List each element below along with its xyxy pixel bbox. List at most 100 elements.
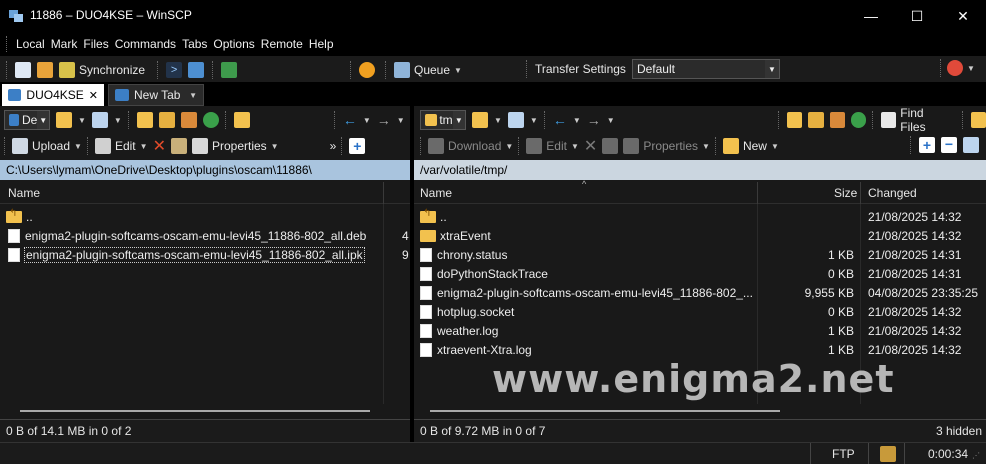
filter-icon[interactable] [91,112,108,128]
menu-remote[interactable]: Remote [258,37,306,51]
delete-icon[interactable]: ✕ [153,136,166,156]
session-color-icon[interactable] [947,60,963,76]
parent-folder-icon [420,208,436,223]
title-bar: 11886 – DUO4KSE – WinSCP — ☐ ✕ [0,0,986,32]
filter-icon[interactable] [507,112,524,128]
menu-commands[interactable]: Commands [112,37,179,51]
protocol-indicator: FTP [832,447,855,461]
column-changed[interactable]: Changed [868,186,917,200]
menu-help[interactable]: Help [306,37,337,51]
compare-directories-icon[interactable] [15,62,31,78]
parent-directory-icon[interactable] [786,112,803,128]
resize-grip-icon[interactable]: ⋰ [972,451,980,460]
list-item[interactable]: .. [6,207,406,226]
local-horizontal-scrollbar[interactable] [20,410,370,412]
local-properties-button[interactable]: Properties ▼ [191,135,279,157]
rename-icon[interactable] [602,138,619,154]
menu-bar: Local Mark Files Commands Tabs Options R… [0,32,986,56]
list-item[interactable]: xtraEvent 21/08/2025 14:32 [420,226,980,245]
column-name[interactable]: Name [8,186,40,200]
putty-icon[interactable] [188,62,205,78]
parent-directory-icon[interactable] [136,112,153,128]
home-icon[interactable] [180,112,197,128]
back-arrow-icon[interactable]: ← [553,112,567,128]
column-size[interactable]: Size [834,186,857,200]
unselect-files-icon[interactable]: − [941,137,957,153]
edit-icon [526,138,543,154]
menu-local[interactable]: Local [13,37,48,51]
menu-mark[interactable]: Mark [48,37,81,51]
transfer-settings-select[interactable]: Default ▼ [631,59,780,79]
preferences-gear-icon[interactable] [359,62,375,78]
list-item[interactable]: enigma2-plugin-softcams-oscam-emu-levi45… [420,283,980,302]
menu-options[interactable]: Options [210,37,257,51]
chevron-down-icon: ▼ [454,65,462,75]
folder-icon [420,229,436,242]
chevron-down-icon: ▼ [189,90,197,100]
remote-drive-select[interactable]: tm ▼ [420,110,466,130]
select-files-icon[interactable]: + [919,137,935,153]
home-icon[interactable] [829,112,845,128]
local-drive-select[interactable]: De ▼ [4,110,50,130]
list-item[interactable]: chrony.status 1 KB 21/08/2025 14:31 [420,245,980,264]
new-button[interactable]: New ▼ [722,135,779,157]
close-window-button[interactable]: ✕ [940,0,986,32]
window-title: 11886 – DUO4KSE – WinSCP [30,8,192,22]
hidden-files-count[interactable]: 3 hidden [936,424,982,438]
filter-select-icon[interactable] [963,137,979,153]
new-item-icon[interactable]: + [349,138,366,154]
refresh-sessions-icon[interactable] [221,62,238,78]
forward-arrow-icon[interactable]: → [587,112,601,128]
remote-horizontal-scrollbar[interactable] [430,410,780,412]
chevron-down-icon: ▼ [37,111,49,129]
list-item[interactable]: doPythonStackTrace 0 KB 21/08/2025 14:31 [420,264,980,283]
open-folder-icon[interactable] [472,112,488,128]
maximize-button[interactable]: ☐ [894,0,940,32]
root-directory-icon[interactable] [808,112,824,128]
remote-path-bar[interactable]: /var/volatile/tmp/ [414,160,986,180]
edit-icon [94,138,111,154]
open-folder-icon[interactable] [56,112,72,128]
rename-icon[interactable] [170,138,187,154]
find-files-button[interactable]: Find Files [881,106,950,134]
minimize-button[interactable]: — [848,0,894,32]
synchronize-button[interactable]: Synchronize [59,59,145,81]
main-toolbar: Synchronize > Queue ▼ Transfer Settings … [0,56,986,82]
bookmarks-icon[interactable] [233,112,250,128]
remote-status: 0 B of 9.72 MB in 0 of 7 3 hidden [414,420,986,442]
download-icon [428,138,444,154]
tab-new-tab[interactable]: New Tab ▼ [108,84,204,106]
list-item-selected[interactable]: enigma2-plugin-softcams-oscam-emu-levi45… [8,245,409,264]
root-directory-icon[interactable] [158,112,175,128]
local-edit-button[interactable]: Edit ▼ [94,135,148,157]
forward-arrow-icon[interactable]: → [377,112,391,128]
download-button[interactable]: Download ▼ [428,135,513,157]
more-toolbar-icon[interactable]: » [330,139,337,153]
column-name[interactable]: Name [420,186,452,200]
keep-up-to-date-icon[interactable] [37,62,53,78]
tab-duo4kse[interactable]: DUO4KSE ✕ [2,84,104,106]
file-icon [420,323,432,338]
queue-button[interactable]: Queue ▼ [394,59,462,81]
session-timer: 0:00:34 [928,447,969,461]
bookmarks-icon[interactable] [970,112,986,128]
terminal-icon[interactable]: > [166,62,183,78]
list-item[interactable]: weather.log 1 KB 21/08/2025 14:32 [420,321,980,340]
upload-button[interactable]: Upload ▼ [12,135,82,157]
list-item[interactable]: enigma2-plugin-softcams-oscam-emu-levi45… [8,226,409,245]
refresh-icon[interactable] [850,112,867,128]
delete-icon[interactable]: ✕ [584,136,597,156]
refresh-icon[interactable] [202,112,219,128]
parent-folder-icon [6,208,22,223]
menu-tabs[interactable]: Tabs [179,37,210,51]
close-tab-icon[interactable]: ✕ [89,89,98,102]
file-size: 9,955 KB [804,285,854,300]
list-item[interactable]: .. 21/08/2025 14:32 [420,207,980,226]
menu-files[interactable]: Files [80,37,111,51]
back-arrow-icon[interactable]: ← [343,112,357,128]
local-path-bar[interactable]: C:\Users\lymam\OneDrive\Desktop\plugins\… [0,160,410,180]
remote-properties-button[interactable]: Properties ▼ [623,135,710,157]
new-folder-icon [722,138,739,154]
remote-edit-button[interactable]: Edit ▼ [526,135,579,157]
list-item[interactable]: hotplug.socket 0 KB 21/08/2025 14:32 [420,302,980,321]
